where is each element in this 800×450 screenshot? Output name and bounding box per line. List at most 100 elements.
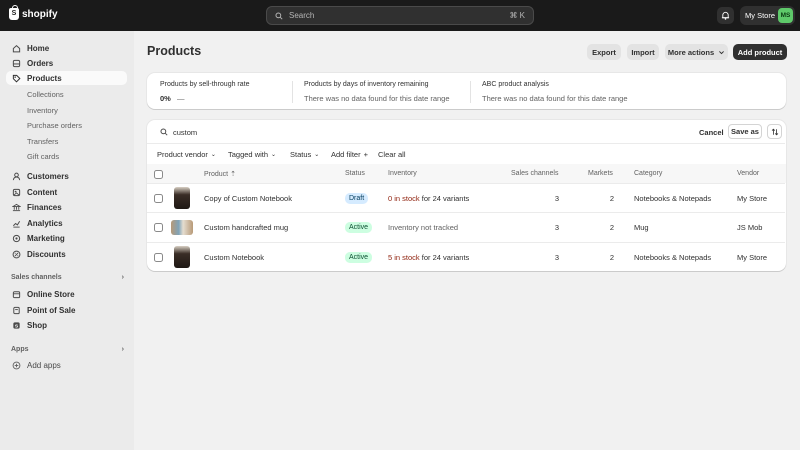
more-actions-button[interactable]: More actions (665, 44, 728, 60)
apps-section[interactable]: Apps › (11, 346, 124, 353)
add-product-button[interactable]: Add product (733, 44, 787, 60)
notifications-button[interactable] (717, 7, 734, 24)
sidebar-item-home[interactable]: Home (6, 41, 127, 55)
clear-all-button[interactable]: Clear all (378, 150, 406, 159)
inventory-stock: 0 in stock (388, 194, 420, 203)
filter-chip-vendor[interactable]: Product vendor ⌄ (157, 150, 216, 159)
sidebar-item-content[interactable]: Content (6, 185, 127, 199)
metrics-card: Products by sell-through rate 0% — Produ… (147, 73, 786, 109)
metric-value: There was no data found for this date ra… (304, 94, 450, 103)
header-product[interactable]: Product ⇡ (204, 170, 236, 178)
chevron-down-icon: ⌄ (271, 152, 277, 158)
sidebar-item-shop[interactable]: S Shop (6, 318, 127, 332)
chevron-right-icon: › (121, 346, 124, 353)
sidebar-subitem-inventory[interactable]: Inventory (27, 106, 58, 115)
filter-chip-status[interactable]: Status ⌄ (290, 150, 319, 159)
header-vendor[interactable]: Vendor (737, 170, 759, 177)
chevron-down-icon (719, 50, 725, 54)
shopify-logo[interactable]: S shopify (9, 5, 58, 20)
vendor-cell: My Store (737, 194, 768, 203)
select-all-checkbox[interactable] (154, 170, 163, 179)
sidebar-item-label: Point of Sale (27, 305, 76, 315)
metric-title: ABC product analysis (482, 81, 549, 88)
sidebar-item-finances[interactable]: Finances (6, 200, 127, 214)
inventory-detail: for 24 variants (419, 194, 470, 203)
sidebar-item-discounts[interactable]: Discounts (6, 247, 127, 261)
store-name: My Store (745, 11, 776, 20)
products-card: custom Cancel Save as Product vendor ⌄ T… (147, 120, 786, 271)
header-sales-channels[interactable]: Sales channels (511, 170, 558, 177)
sort-icon (771, 128, 778, 135)
sidebar-subitem-purchase-orders[interactable]: Purchase orders (27, 121, 82, 130)
discount-icon (12, 250, 21, 258)
sidebar-item-analytics[interactable]: Analytics (6, 216, 127, 230)
status-badge: Draft (345, 193, 369, 204)
chevron-down-icon: ⌄ (314, 152, 320, 158)
save-as-button[interactable]: Save as (728, 124, 762, 139)
table-header (147, 164, 786, 183)
sidebar-item-products[interactable]: Products (6, 71, 127, 85)
inventory-stock: 5 in stock (388, 253, 420, 262)
sidebar-item-marketing[interactable]: Marketing (6, 231, 127, 245)
sidebar-subitem-collections[interactable]: Collections (27, 90, 64, 99)
home-icon (12, 44, 21, 52)
divider (147, 212, 785, 213)
sidebar-item-label: Shop (27, 320, 47, 330)
person-icon (12, 172, 21, 180)
bell-icon (721, 11, 730, 20)
cancel-button[interactable]: Cancel (699, 128, 724, 137)
top-bar: S shopify Search ⌘ K My Store MS (0, 0, 800, 31)
section-label: Apps (11, 346, 29, 353)
sidebar-item-point-of-sale[interactable]: Point of Sale (6, 303, 127, 317)
sales-channels-section[interactable]: Sales channels › (11, 274, 124, 281)
sidebar-item-customers[interactable]: Customers (6, 169, 127, 183)
plus-icon: + (363, 150, 368, 159)
metric-title: Products by days of inventory remaining (304, 81, 429, 88)
header-category[interactable]: Category (634, 170, 662, 177)
export-button[interactable]: Export (587, 44, 621, 60)
sidebar-item-label: Discounts (27, 249, 66, 259)
vendor-cell: JS Mob (737, 223, 763, 232)
sales-channels-count: 3 (554, 194, 559, 203)
inventory-cell: 5 in stock for 24 variants (388, 253, 469, 262)
store-icon (12, 290, 21, 298)
product-name[interactable]: Copy of Custom Notebook (204, 194, 292, 203)
chip-label: Status (290, 150, 312, 159)
sidebar-item-label: Content (27, 187, 58, 197)
sidebar-item-label: Customers (27, 171, 69, 181)
search-input[interactable]: Search ⌘ K (266, 6, 534, 25)
sidebar-item-add-apps[interactable]: Add apps (6, 358, 127, 372)
sidebar-item-online-store[interactable]: Online Store (6, 287, 127, 301)
row-checkbox[interactable] (154, 253, 163, 262)
filter-query-input[interactable]: custom (173, 128, 197, 137)
orders-icon (12, 59, 21, 67)
sort-indicator-icon: ⇡ (230, 171, 236, 178)
pos-icon (13, 306, 20, 314)
filter-chip-tagged-with[interactable]: Tagged with ⌄ (228, 150, 276, 159)
sidebar-item-label: Analytics (27, 218, 63, 228)
inventory-cell: Inventory not tracked (388, 223, 459, 232)
row-checkbox[interactable] (154, 194, 163, 203)
category-cell: Notebooks & Notepads (634, 194, 712, 203)
divider (147, 143, 785, 144)
sidebar-subitem-transfers[interactable]: Transfers (27, 137, 58, 146)
row-checkbox[interactable] (154, 223, 163, 232)
chevron-down-icon: ⌄ (210, 152, 216, 158)
sidebar-item-label: Orders (27, 58, 54, 68)
sidebar-item-orders[interactable]: Orders (6, 56, 127, 70)
import-button[interactable]: Import (627, 44, 659, 60)
divider (147, 242, 785, 243)
inventory-cell: 0 in stock for 24 variants (388, 194, 469, 203)
markets-count: 2 (609, 223, 614, 232)
store-menu-button[interactable]: My Store MS (740, 6, 795, 25)
divider (147, 183, 785, 184)
search-shortcut: ⌘ K (509, 11, 525, 20)
sort-button[interactable] (767, 124, 782, 139)
header-status[interactable]: Status (345, 170, 365, 177)
product-name[interactable]: Custom handcrafted mug (204, 223, 288, 232)
product-name[interactable]: Custom Notebook (204, 253, 264, 262)
header-inventory[interactable]: Inventory (388, 170, 417, 177)
add-filter-button[interactable]: Add filter + (331, 150, 368, 159)
header-markets[interactable]: Markets (588, 170, 613, 177)
sidebar-subitem-gift-cards[interactable]: Gift cards (27, 152, 59, 161)
